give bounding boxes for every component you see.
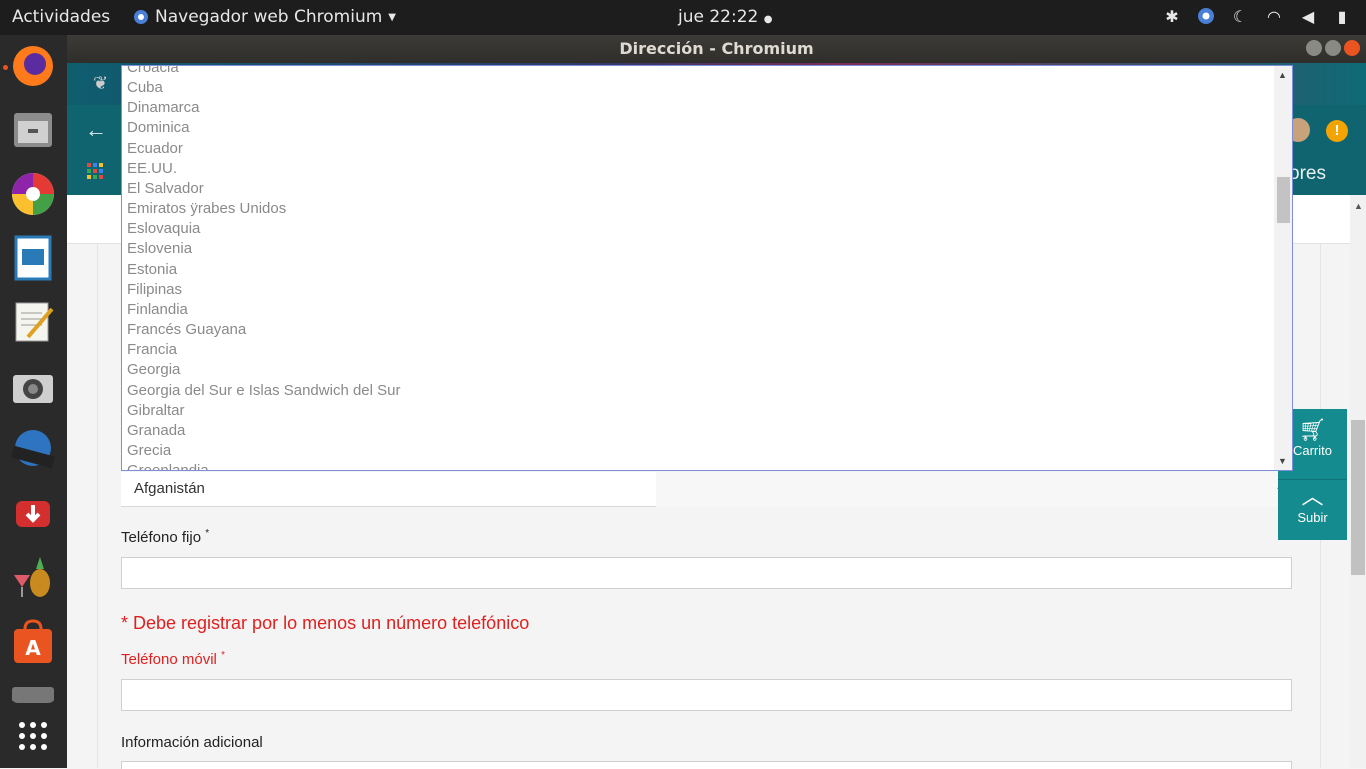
country-option[interactable]: Finlandia — [122, 300, 1274, 320]
software-center-icon[interactable]: A — [10, 619, 56, 665]
scroll-up-button[interactable]: ︿ Subir — [1278, 479, 1347, 540]
svg-text:A: A — [25, 636, 41, 660]
country-option[interactable]: Ecuador — [122, 139, 1274, 159]
country-option[interactable]: Granada — [122, 421, 1274, 441]
country-option[interactable]: Groenlandia — [122, 461, 1274, 470]
phone-warning: * Debe registrar por lo menos un número … — [121, 613, 530, 633]
country-option[interactable]: Cuba — [122, 78, 1274, 98]
pineapple-app-icon[interactable] — [10, 555, 56, 601]
country-option[interactable]: Dinamarca — [122, 98, 1274, 118]
running-indicator — [3, 65, 8, 70]
night-mode-icon[interactable]: ☾ — [1230, 6, 1250, 26]
volume-icon[interactable]: ◀ — [1298, 6, 1318, 26]
country-option[interactable]: Eslovaquia — [122, 219, 1274, 239]
camera-icon[interactable] — [10, 363, 56, 409]
country-option[interactable]: Dominica — [122, 118, 1274, 138]
country-option[interactable]: El Salvador — [122, 179, 1274, 199]
country-option[interactable]: EE.UU. — [122, 159, 1274, 179]
app-menu[interactable]: Navegador web Chromium ▼ — [133, 7, 396, 27]
clock[interactable]: jue 22:22 ● — [678, 7, 773, 27]
ubuntu-dock: A — [0, 35, 67, 768]
clock-text: jue 22:22 — [678, 7, 759, 27]
picasa-icon[interactable] — [10, 171, 56, 217]
chevron-up-icon: ︿ — [1301, 484, 1324, 509]
country-option[interactable]: Eslovenia — [122, 239, 1274, 259]
country-options: Croacia Cuba Dinamarca Dominica Ecuador … — [122, 66, 1274, 470]
dropdown-scrollbar-thumb[interactable] — [1277, 177, 1290, 223]
activities-button[interactable]: Actividades — [12, 7, 110, 27]
country-option[interactable]: Francia — [122, 340, 1274, 360]
tab-favicon-icon[interactable]: ❦ — [93, 73, 108, 94]
scroll-down-arrow-icon[interactable]: ▼ — [1278, 456, 1287, 466]
text-editor-icon[interactable] — [10, 299, 56, 345]
country-option[interactable]: Estonia — [122, 260, 1274, 280]
back-arrow-icon[interactable]: ← — [85, 117, 107, 143]
dropdown-scrollbar[interactable]: ▲ ▼ — [1274, 66, 1292, 470]
mobile-input[interactable] — [121, 679, 1292, 711]
country-option[interactable]: Croacia — [122, 66, 1274, 78]
landline-label: Teléfono fijo * — [121, 528, 209, 546]
landline-input[interactable] — [121, 557, 1292, 589]
alert-icon[interactable]: ! — [1326, 120, 1348, 142]
downloader-icon[interactable] — [10, 491, 56, 537]
app-menu-label: Navegador web Chromium — [155, 7, 383, 27]
files-icon[interactable] — [10, 107, 56, 153]
cart-label: Carrito — [1292, 443, 1332, 458]
mobile-label-text: Teléfono móvil — [121, 651, 217, 668]
close-icon[interactable] — [1344, 40, 1360, 56]
chromium-icon — [134, 10, 148, 24]
maximize-icon[interactable] — [1325, 40, 1341, 56]
country-option[interactable]: Georgia — [122, 360, 1274, 380]
country-select[interactable]: Afganistán ⌄ — [121, 472, 1292, 507]
show-applications-icon[interactable] — [10, 713, 56, 759]
minimize-icon[interactable] — [1306, 40, 1322, 56]
country-option[interactable]: Georgia del Sur e Islas Sandwich del Sur — [122, 381, 1274, 401]
page-scrollbar-thumb[interactable] — [1351, 420, 1365, 575]
country-option[interactable]: Francés Guayana — [122, 320, 1274, 340]
battery-icon[interactable]: ▮ — [1332, 6, 1352, 26]
openshot-icon[interactable] — [10, 427, 56, 473]
chevron-down-icon: ▼ — [388, 11, 396, 23]
required-mark: * — [205, 528, 210, 539]
required-mark: * — [221, 650, 225, 661]
notification-dot-icon: ● — [763, 14, 773, 25]
screenshot-icon[interactable] — [10, 683, 56, 703]
window-title: Dirección - Chromium — [619, 39, 814, 58]
chromium-tray-icon[interactable] — [1196, 6, 1216, 26]
country-option[interactable]: Emiratos ÿrabes Unidos — [122, 199, 1274, 219]
select-overlay-gap — [656, 472, 1292, 507]
country-option[interactable]: Gibraltar — [122, 401, 1274, 421]
firefox-icon[interactable] — [10, 43, 56, 89]
accessibility-icon[interactable]: ✱ — [1162, 6, 1182, 26]
scroll-up-arrow-icon[interactable]: ▲ — [1354, 201, 1363, 211]
landline-label-text: Teléfono fijo — [121, 529, 202, 546]
system-tray[interactable]: ✱ ☾ ◠ ◀ ▮ — [1162, 6, 1352, 26]
wifi-icon[interactable]: ◠ — [1264, 6, 1284, 26]
gnome-top-bar: Actividades Navegador web Chromium ▼ jue… — [0, 0, 1366, 35]
country-dropdown-list[interactable]: Croacia Cuba Dinamarca Dominica Ecuador … — [121, 65, 1293, 471]
country-select-value: Afganistán — [134, 480, 205, 497]
country-option[interactable]: Grecia — [122, 441, 1274, 461]
page-scrollbar[interactable]: ▲ — [1350, 195, 1366, 768]
scroll-up-label: Subir — [1297, 510, 1328, 525]
window-titlebar[interactable]: Dirección - Chromium — [67, 35, 1366, 63]
apps-grid-icon[interactable] — [87, 163, 103, 179]
country-option[interactable]: Filipinas — [122, 280, 1274, 300]
libreoffice-impress-icon[interactable] — [10, 235, 56, 281]
additional-info-label: Información adicional — [121, 734, 263, 751]
scroll-up-arrow-icon[interactable]: ▲ — [1278, 70, 1287, 80]
window-controls — [1306, 40, 1360, 56]
mobile-label: Teléfono móvil * — [121, 650, 225, 668]
